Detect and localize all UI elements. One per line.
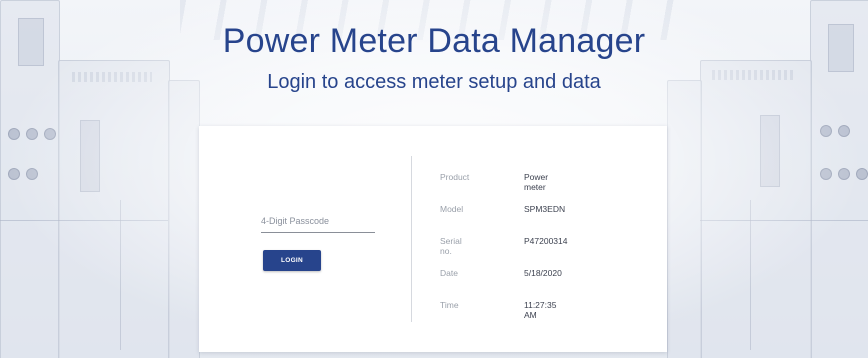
info-value: P47200314 [524, 236, 568, 246]
card-divider [411, 156, 412, 322]
login-button[interactable]: LOGIN [263, 250, 321, 271]
page-subtitle: Login to access meter setup and data [267, 71, 601, 93]
info-label: Time [440, 300, 459, 310]
info-value: Power meter [524, 172, 549, 192]
info-label: Product [440, 172, 470, 182]
info-value: 5/18/2020 [524, 268, 562, 278]
passcode-label: 4-Digit Passcode [261, 216, 330, 226]
page-title: Power Meter Data Manager [222, 22, 646, 60]
info-label: Date [440, 268, 458, 278]
login-card: 4-Digit Passcode LOGIN Product Power met… [199, 126, 667, 352]
info-label: Serial no. [440, 236, 462, 256]
info-value: SPM3EDN [524, 204, 566, 214]
info-label: Model [440, 204, 464, 214]
info-value: 11:27:35 AM [524, 300, 557, 320]
